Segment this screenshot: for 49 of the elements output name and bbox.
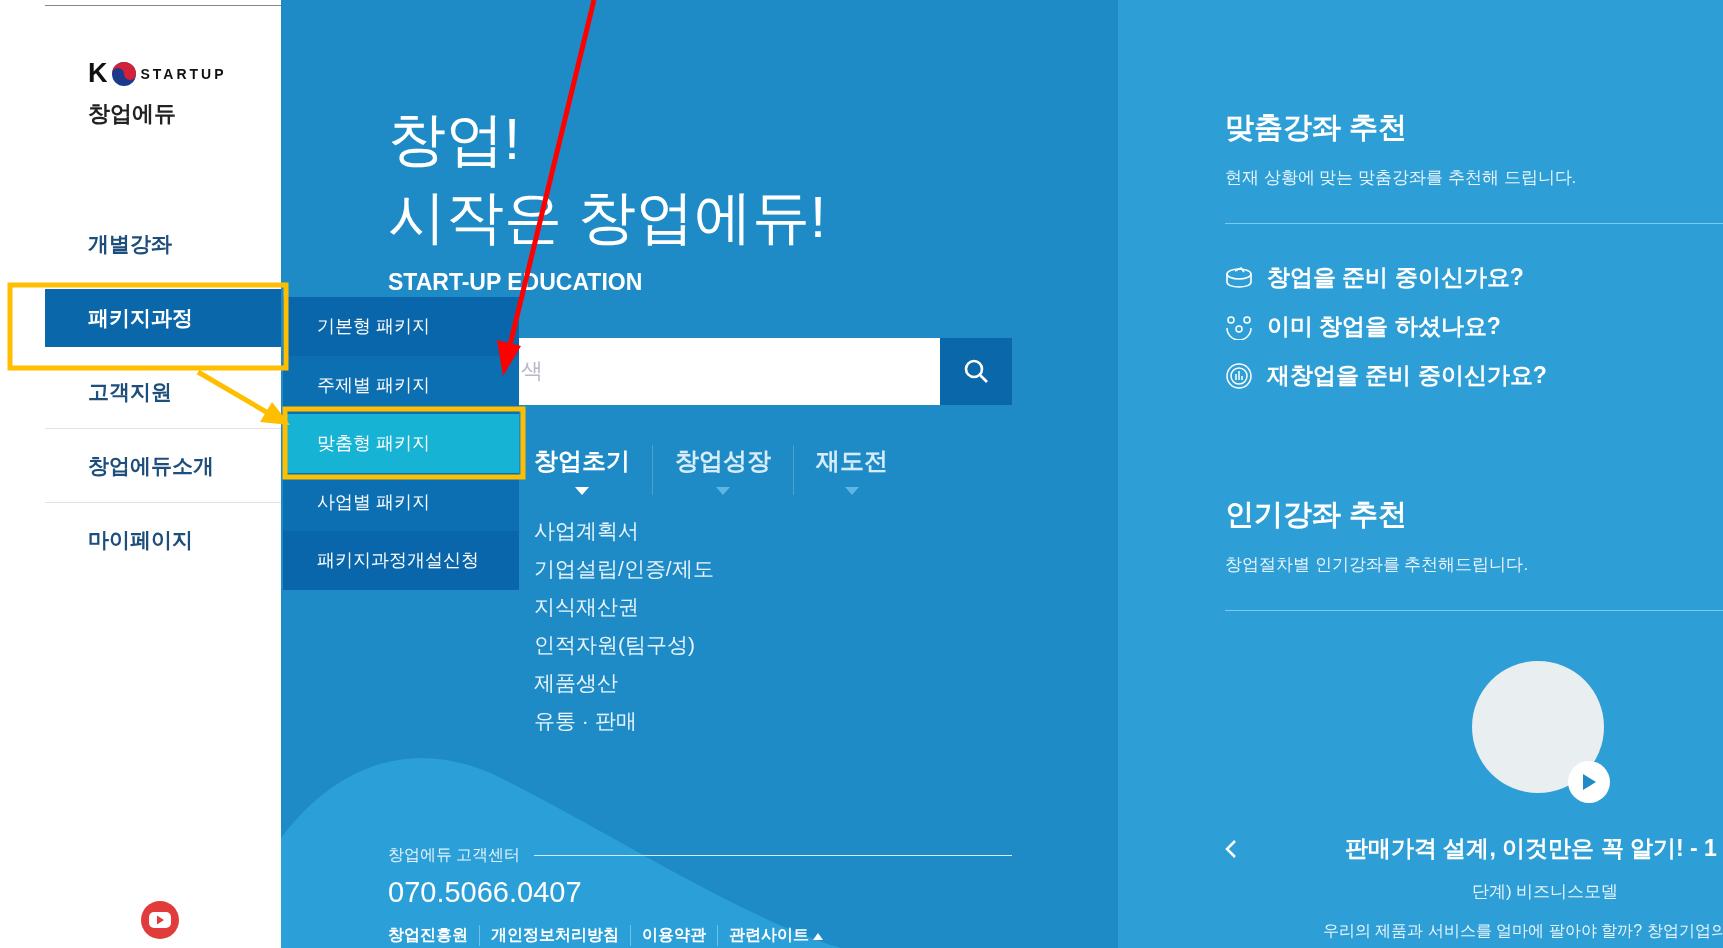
caret-icon: [716, 486, 730, 495]
caret-icon: [845, 486, 859, 495]
previous-button[interactable]: [1225, 838, 1237, 859]
play-icon: [1581, 773, 1597, 791]
stage-tab[interactable]: 재도전: [793, 444, 910, 495]
section-title: 인기강좌 추천: [1225, 497, 1409, 532]
question-link[interactable]: 이미 창업을 하셨나요?: [1267, 311, 1501, 342]
logo-swirl-icon: [110, 60, 137, 87]
section-subtitle: 창업절차별 인기강좌를 추천해드립니다.: [1225, 554, 1530, 576]
submenu-item[interactable]: 패키지과정개설신청: [283, 531, 519, 590]
footer-link[interactable]: 개인정보처리방침: [479, 925, 630, 946]
stage-link[interactable]: 기업설립/인증/제도: [534, 554, 1118, 583]
people-icon: [1225, 313, 1253, 340]
stage-tab[interactable]: 창업초기: [534, 444, 652, 495]
section-subtitle: 현재 상황에 맞는 맞춤강좌를 추천해 드립니다.: [1225, 167, 1578, 189]
stage-link[interactable]: 사업계획서: [534, 516, 1118, 545]
stage-link[interactable]: 제품생산: [534, 668, 1118, 697]
submenu-item[interactable]: 사업별 패키지: [283, 472, 519, 531]
box-icon: [1225, 265, 1253, 290]
search-icon: [963, 358, 989, 385]
footer-link[interactable]: 이용약관: [630, 925, 717, 946]
nav-item[interactable]: 마이페이지: [45, 503, 281, 577]
caret-icon: [575, 486, 589, 495]
section-title: 맞춤강좌 추천: [1225, 110, 1409, 145]
target-icon: [1225, 361, 1253, 390]
footer-link[interactable]: 관련사이트: [717, 925, 835, 946]
stage-link[interactable]: 지식재산권: [534, 592, 1118, 621]
site-name: 창업에듀: [87, 100, 177, 128]
video-play-icon[interactable]: [140, 900, 180, 940]
course-subtitle: 단계) 비즈니스모델: [1472, 881, 1619, 903]
caret-up-icon: [813, 933, 824, 940]
stage-link[interactable]: 인적자원(팀구성): [534, 630, 1118, 659]
submenu-item[interactable]: 기본형 패키지: [283, 297, 519, 356]
stage-tab[interactable]: 창업성장: [652, 444, 793, 495]
chevron-left-icon: [1225, 838, 1237, 859]
question-link[interactable]: 재창업을 준비 중이신가요?: [1267, 360, 1547, 391]
question-link[interactable]: 창업을 준비 중이신가요?: [1267, 262, 1524, 293]
search-button[interactable]: [940, 337, 1012, 405]
logo-wordmark: STARTUP: [140, 65, 227, 82]
footer-link[interactable]: 창업진흥원: [388, 925, 479, 946]
course-title[interactable]: 판매가격 설계, 이것만은 꼭 알기! - 1: [1345, 833, 1717, 864]
search-field[interactable]: 색: [519, 337, 940, 405]
play-button[interactable]: [1568, 761, 1610, 803]
phone-number: 070.5066.0407: [388, 876, 583, 909]
nav-item[interactable]: 개별강좌: [45, 207, 281, 281]
logo-letter: K: [88, 58, 107, 89]
contact-label: 창업에듀 고객센터: [388, 845, 521, 865]
stage-link[interactable]: 유통 · 판매: [534, 706, 1118, 735]
nav-item[interactable]: 패키지과정: [45, 289, 281, 347]
